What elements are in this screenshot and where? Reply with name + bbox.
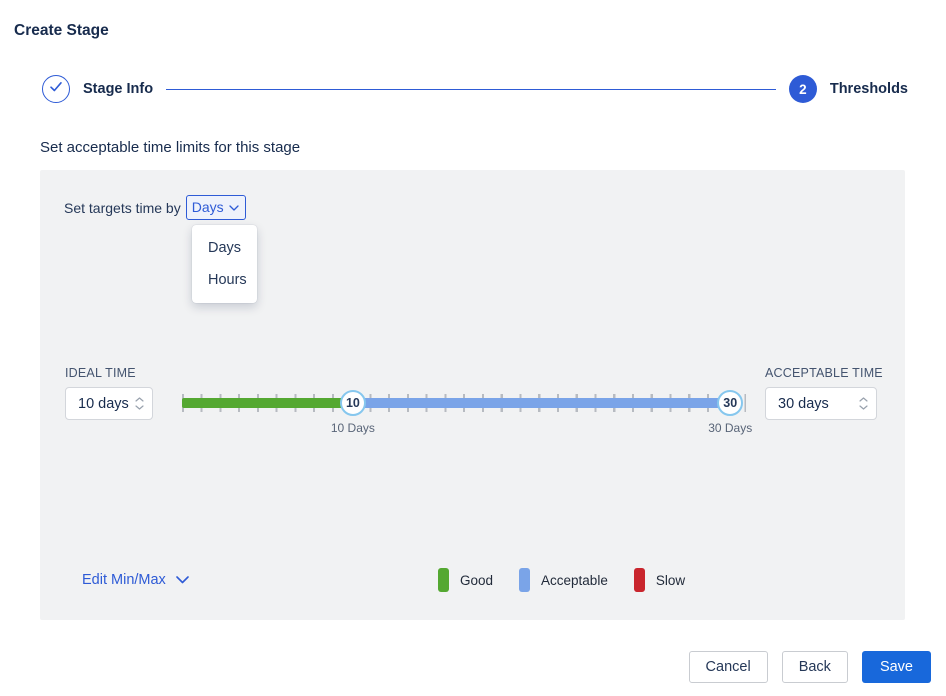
stepper-arrows-icon[interactable]: [135, 397, 144, 410]
stepper-arrows-icon[interactable]: [859, 397, 868, 410]
legend-label: Slow: [656, 573, 685, 588]
unit-dropdown-menu: Days Hours: [192, 225, 257, 303]
back-button[interactable]: Back: [782, 651, 848, 683]
slider-min-handle[interactable]: 10: [340, 390, 366, 416]
acceptable-time-label: ACCEPTABLE TIME: [765, 366, 883, 380]
unit-option-hours[interactable]: Hours: [192, 264, 257, 296]
section-heading: Set acceptable time limits for this stag…: [40, 139, 300, 156]
set-targets-label: Set targets time by: [64, 200, 181, 216]
good-swatch-icon: [438, 568, 449, 592]
stepper-step-thresholds[interactable]: 2 Thresholds: [789, 75, 908, 103]
step-label: Stage Info: [83, 81, 153, 97]
unit-selected-value: Days: [192, 199, 224, 215]
legend-item-good: Good: [438, 568, 493, 592]
slider-acceptable-segment: [353, 398, 730, 408]
legend-item-acceptable: Acceptable: [519, 568, 608, 592]
legend-label: Acceptable: [541, 573, 608, 588]
create-stage-dialog: Create Stage Stage Info 2 Thresholds Set…: [0, 0, 946, 696]
slider-max-handle[interactable]: 30: [717, 390, 743, 416]
acceptable-swatch-icon: [519, 568, 530, 592]
thresholds-panel: Set targets time by Days Days Hours IDEA…: [40, 170, 905, 620]
edit-minmax-label: Edit Min/Max: [82, 572, 166, 588]
step-done-circle: [42, 75, 70, 103]
ideal-time-label: IDEAL TIME: [65, 366, 136, 380]
acceptable-time-value: 30 days: [778, 396, 829, 412]
chevron-down-icon: [176, 571, 189, 589]
cancel-button[interactable]: Cancel: [689, 651, 768, 683]
ideal-time-input[interactable]: 10 days: [65, 387, 153, 420]
step-number: 2: [799, 82, 807, 97]
stepper-connector-line: [166, 89, 776, 90]
slider-good-segment: [182, 398, 353, 408]
unit-option-days[interactable]: Days: [192, 232, 257, 264]
legend-label: Good: [460, 573, 493, 588]
save-button[interactable]: Save: [862, 651, 931, 683]
step-label: Thresholds: [830, 81, 908, 97]
legend: Good Acceptable Slow: [438, 568, 685, 592]
page-title: Create Stage: [14, 22, 109, 40]
check-icon: [49, 80, 63, 98]
dialog-footer: Cancel Back Save: [0, 651, 931, 683]
set-targets-row: Set targets time by Days: [64, 195, 246, 220]
legend-item-slow: Slow: [634, 568, 685, 592]
slider-max-label: 30 Days: [708, 421, 752, 435]
slow-swatch-icon: [634, 568, 645, 592]
edit-minmax-link[interactable]: Edit Min/Max: [82, 571, 189, 589]
stepper: Stage Info 2 Thresholds: [42, 75, 908, 103]
acceptable-time-input[interactable]: 30 days: [765, 387, 877, 420]
stepper-step-stage-info[interactable]: Stage Info: [42, 75, 153, 103]
slider-min-label: 10 Days: [331, 421, 375, 435]
unit-dropdown-trigger[interactable]: Days: [186, 195, 246, 220]
time-range-slider[interactable]: 10 30 10 Days 30 Days: [182, 385, 746, 431]
ideal-time-value: 10 days: [78, 396, 129, 412]
step-number-circle: 2: [789, 75, 817, 103]
chevron-down-icon: [229, 198, 239, 216]
